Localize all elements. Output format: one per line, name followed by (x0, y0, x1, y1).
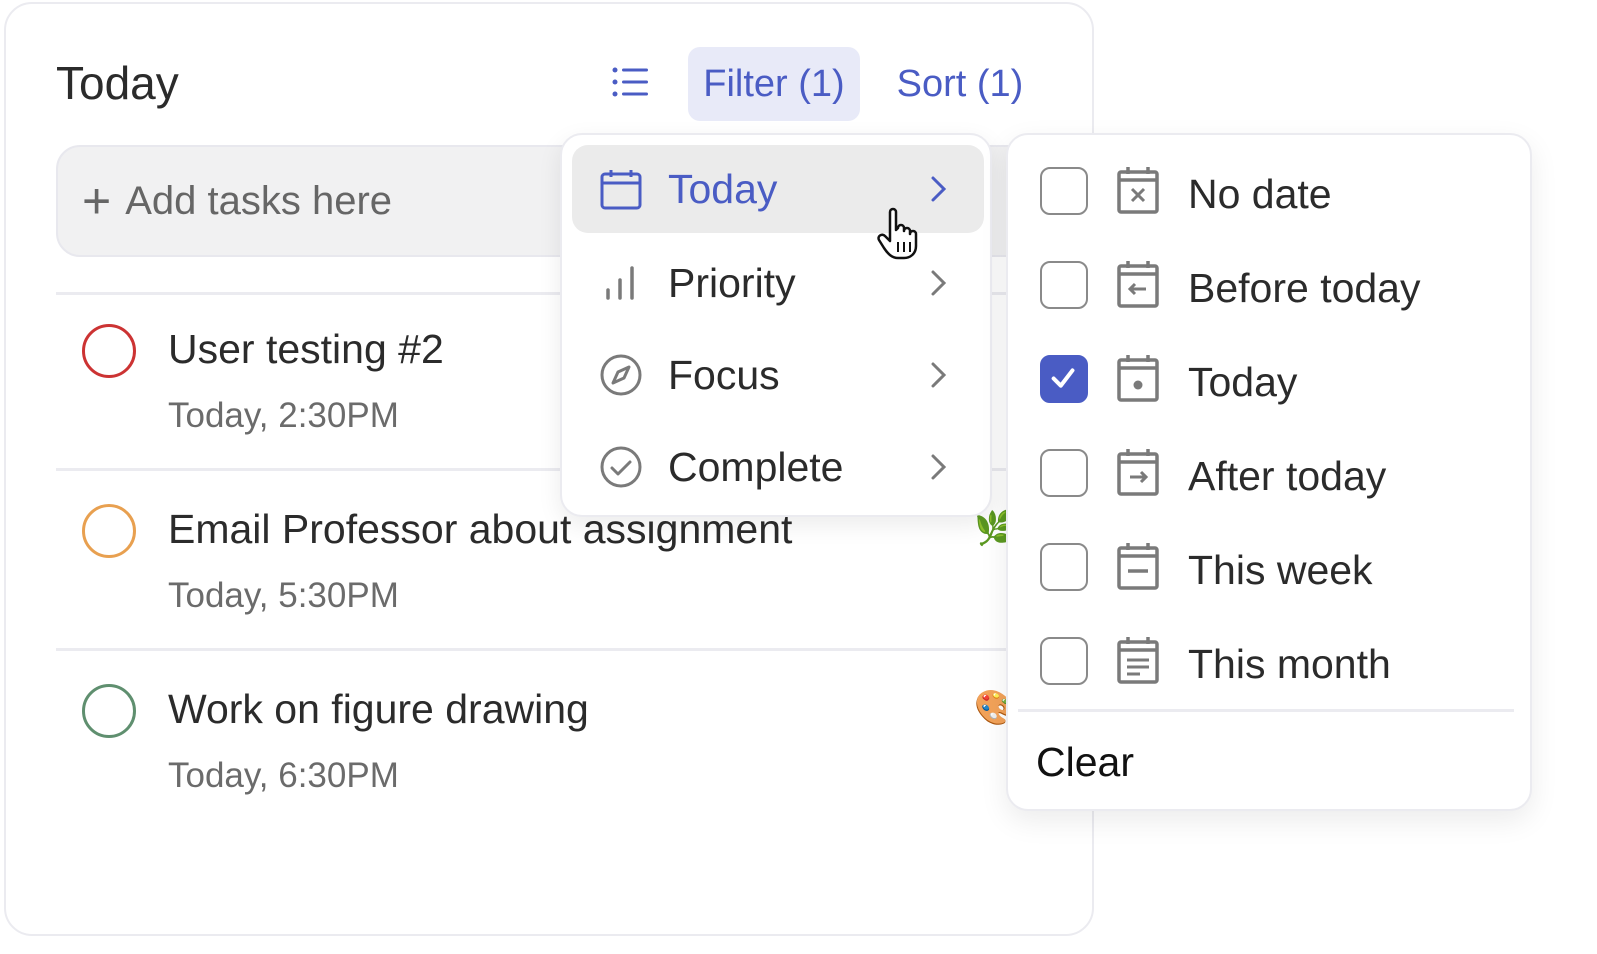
calendar-icon (600, 170, 642, 210)
complete-ring[interactable] (82, 684, 136, 738)
filter-menu-label: Complete (668, 443, 844, 490)
date-option-today[interactable]: Today (1008, 331, 1534, 425)
compass-icon (600, 354, 642, 396)
page-title: Today (56, 57, 179, 109)
date-option-label: After today (1188, 453, 1387, 499)
complete-ring[interactable] (82, 324, 136, 378)
date-option-no-date[interactable]: No date (1008, 143, 1534, 237)
add-task-placeholder: Add tasks here (125, 178, 393, 223)
date-option-this-month[interactable]: This month (1008, 613, 1534, 707)
clear-button[interactable]: Clear (1036, 739, 1134, 786)
date-option-label: Before today (1188, 265, 1421, 311)
date-filter-submenu: No date Before today Today After today T… (1006, 133, 1532, 811)
filter-menu-label: Focus (668, 351, 780, 398)
calendar-month-icon (1117, 637, 1159, 684)
sort-button[interactable]: Sort (1) (880, 47, 1040, 121)
date-option-label: This month (1188, 641, 1391, 687)
filter-menu-label: Today (668, 165, 778, 212)
date-option-after-today[interactable]: After today (1008, 425, 1534, 519)
checkbox[interactable] (1040, 637, 1088, 685)
checkbox-checked[interactable] (1040, 355, 1088, 403)
calendar-arrow-left-icon (1117, 261, 1159, 308)
task-time: Today, 2:30PM (168, 396, 399, 435)
calendar-week-icon (1117, 543, 1159, 590)
calendar-dot-icon (1117, 355, 1159, 402)
date-option-label: Today (1188, 359, 1298, 405)
checkbox[interactable] (1040, 543, 1088, 591)
date-option-this-week[interactable]: This week (1008, 519, 1534, 613)
filter-button[interactable]: Filter (1) (688, 47, 860, 121)
filter-menu-label: Priority (668, 259, 796, 306)
checkmark-icon (1051, 368, 1075, 388)
task-time: Today, 6:30PM (168, 756, 399, 795)
checkbox[interactable] (1040, 449, 1088, 497)
check-circle-icon (600, 446, 642, 488)
task-title: Work on figure drawing (168, 686, 589, 732)
date-option-label: This week (1188, 547, 1373, 593)
chevron-right-icon (931, 176, 947, 202)
chevron-right-icon (931, 362, 947, 388)
chevron-right-icon (931, 454, 947, 480)
filter-menu: Today Priority Focus Complete (560, 133, 992, 517)
complete-ring[interactable] (82, 504, 136, 558)
submenu-divider (1018, 709, 1514, 712)
task-title: User testing #2 (168, 326, 444, 372)
calendar-arrow-right-icon (1117, 449, 1159, 496)
task-row[interactable]: Work on figure drawing Today, 6:30PM 🎨 (56, 654, 1056, 832)
list-view-icon[interactable] (608, 62, 652, 102)
filter-menu-item-focus[interactable]: Focus (572, 331, 984, 419)
filter-menu-item-complete[interactable]: Complete (572, 423, 984, 511)
divider (56, 648, 1056, 651)
checkbox[interactable] (1040, 167, 1088, 215)
task-time: Today, 5:30PM (168, 576, 399, 615)
date-option-label: No date (1188, 171, 1332, 217)
chevron-right-icon (931, 270, 947, 296)
signal-bars-icon (606, 266, 634, 300)
hand-pointer-cursor-icon (877, 207, 918, 260)
checkbox[interactable] (1040, 261, 1088, 309)
date-option-before-today[interactable]: Before today (1008, 237, 1534, 331)
plus-icon: + (82, 173, 112, 229)
calendar-x-icon (1117, 167, 1159, 214)
